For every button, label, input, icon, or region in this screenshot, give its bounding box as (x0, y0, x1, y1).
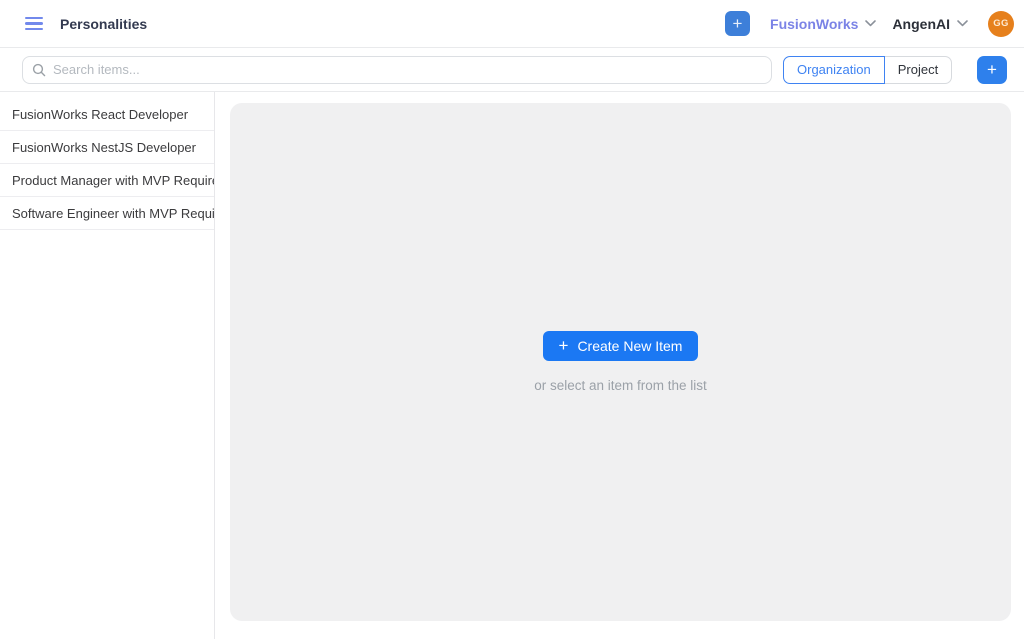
scope-toggle: Organization Project (783, 56, 952, 84)
content-area: FusionWorks React Developer FusionWorks … (0, 92, 1024, 639)
chevron-down-icon (865, 20, 876, 27)
header-bar: Personalities + FusionWorks AngenAI GG (0, 0, 1024, 48)
toolbar: Organization Project + (0, 48, 1024, 92)
workspace-dropdown[interactable]: FusionWorks (770, 16, 876, 32)
items-list-sidebar: FusionWorks React Developer FusionWorks … (0, 92, 215, 639)
scope-option-organization[interactable]: Organization (783, 56, 885, 84)
search-input[interactable] (22, 56, 772, 84)
search-icon (32, 63, 46, 77)
main-area: + Create New Item or select an item from… (215, 92, 1024, 639)
hamburger-menu-icon[interactable] (25, 17, 45, 31)
page-title: Personalities (60, 16, 147, 32)
list-item[interactable]: Product Manager with MVP Require... (0, 164, 214, 197)
search-field-wrapper (22, 56, 772, 84)
toolbar-add-button[interactable]: + (977, 56, 1007, 84)
account-dropdown-label: AngenAI (892, 16, 950, 32)
avatar[interactable]: GG (988, 11, 1014, 37)
header-add-button[interactable]: + (725, 11, 750, 36)
scope-option-project[interactable]: Project (885, 56, 952, 84)
list-item[interactable]: FusionWorks NestJS Developer (0, 131, 214, 164)
account-dropdown[interactable]: AngenAI (892, 16, 968, 32)
header-actions: + FusionWorks AngenAI GG (725, 11, 1024, 37)
chevron-down-icon (957, 20, 968, 27)
empty-state-hint: or select an item from the list (534, 378, 707, 393)
list-item[interactable]: Software Engineer with MVP Require... (0, 197, 214, 230)
create-new-item-label: Create New Item (577, 338, 682, 354)
create-new-item-button[interactable]: + Create New Item (543, 331, 699, 361)
plus-icon: + (559, 337, 569, 354)
list-item[interactable]: FusionWorks React Developer (0, 98, 214, 131)
empty-state-panel: + Create New Item or select an item from… (230, 103, 1011, 621)
workspace-dropdown-label: FusionWorks (770, 16, 858, 32)
app-window: Personalities + FusionWorks AngenAI GG O… (0, 0, 1024, 639)
